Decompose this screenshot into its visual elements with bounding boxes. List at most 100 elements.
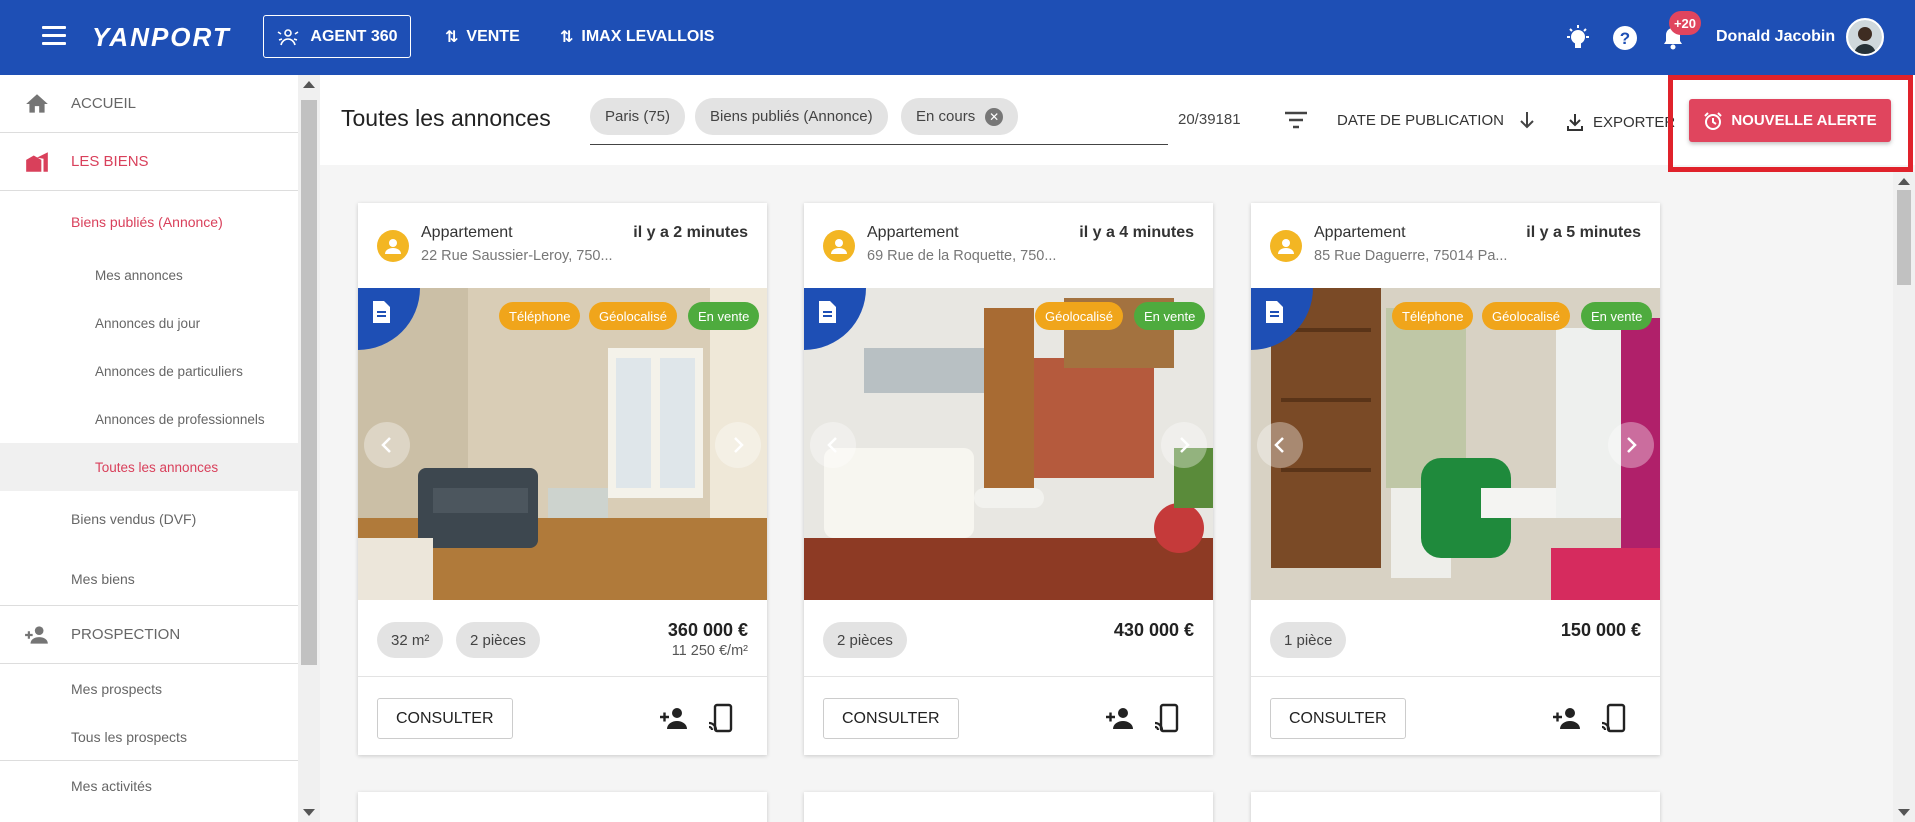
listing-photo[interactable]: Géolocalisé En vente [804, 288, 1213, 600]
divider [1251, 676, 1660, 677]
consult-button[interactable]: CONSULTER [377, 698, 513, 739]
agent-360-button[interactable]: AGENT 360 [263, 15, 411, 58]
price: 150 000 € [1560, 620, 1641, 640]
phone-cast-icon[interactable] [1152, 703, 1182, 733]
consult-button[interactable]: CONSULTER [1270, 698, 1406, 739]
chip-label: Paris (75) [605, 108, 671, 125]
phone-cast-icon[interactable] [1599, 703, 1629, 733]
sidebar-item-tous-prospects[interactable]: Tous les prospects [0, 713, 298, 761]
filter-chip-status[interactable]: En cours ✕ [901, 98, 1019, 135]
download-icon [1567, 114, 1583, 131]
export-button[interactable]: EXPORTER [1565, 112, 1675, 132]
sidebar-item-annonces-professionnels[interactable]: Annonces de professionnels [0, 395, 298, 443]
sidebar-item-mes-prospects[interactable]: Mes prospects [0, 665, 298, 713]
swap-vertical-icon: ⇅ [560, 29, 574, 46]
scroll-down-icon[interactable] [1898, 809, 1910, 816]
avatar[interactable] [1846, 18, 1884, 56]
filter-chips[interactable]: Paris (75) Biens publiés (Annonce) En co… [590, 95, 1168, 145]
listing-photo[interactable]: Téléphone Géolocalisé En vente [358, 288, 767, 600]
arrow-down-icon[interactable] [1517, 109, 1537, 131]
highlight-frame [1668, 75, 1913, 172]
tag-en-vente: En vente [688, 302, 760, 330]
close-icon[interactable]: ✕ [985, 107, 1004, 126]
person-add-icon[interactable] [1552, 703, 1582, 733]
scroll-down-icon[interactable] [303, 809, 315, 816]
rooms-chip: 1 pièce [1270, 622, 1347, 658]
person-add-icon[interactable] [1105, 703, 1135, 733]
nav-vente[interactable]: ⇅ VENTE [445, 27, 520, 47]
published-time: il y a 5 minutes [1526, 224, 1641, 241]
sidebar-item-label: PROSPECTION [71, 626, 181, 643]
sidebar-item-toutes-annonces[interactable]: Toutes les annonces [0, 443, 298, 491]
property-address: 85 Rue Daguerre, 75014 Pa... [1314, 248, 1508, 264]
menu-icon[interactable] [42, 26, 66, 48]
nav-agency[interactable]: ⇅ IMAX LEVALLOIS [560, 27, 714, 47]
price: 430 000 € [1113, 620, 1194, 640]
tag-en-vente: En vente [1134, 302, 1206, 330]
property-type: Appartement [867, 224, 959, 241]
chevron-left-icon[interactable] [364, 422, 410, 468]
scrollbar-thumb[interactable] [301, 100, 317, 665]
property-type: Appartement [421, 224, 513, 241]
listing-photo[interactable]: Téléphone Géolocalisé En vente [1251, 288, 1660, 600]
tag-en-vente: En vente [1581, 302, 1653, 330]
property-address: 69 Rue de la Roquette, 750... [867, 248, 1057, 264]
app-logo[interactable]: YANPORT [92, 22, 231, 53]
chevron-left-icon[interactable] [810, 422, 856, 468]
sidebar-item-annonces-particuliers[interactable]: Annonces de particuliers [0, 347, 298, 395]
property-type: Appartement [1314, 224, 1406, 241]
filter-icon[interactable] [1283, 109, 1309, 131]
person-icon [823, 230, 855, 262]
sort-select[interactable]: DATE DE PUBLICATION [1337, 112, 1504, 129]
scroll-up-icon[interactable] [303, 81, 315, 88]
listing-card[interactable]: Appartement 85 Rue Daguerre, 75014 Pa...… [1251, 203, 1660, 755]
lightbulb-icon[interactable] [1564, 24, 1592, 52]
chevron-right-icon[interactable] [1608, 422, 1654, 468]
sidebar-item-annonces-du-jour[interactable]: Annonces du jour [0, 299, 298, 347]
listing-card[interactable] [358, 792, 767, 822]
tag-telephone: Téléphone [499, 302, 581, 330]
sidebar-item-accueil[interactable]: ACCUEIL [0, 75, 298, 133]
price-per-m2: 11 250 €/m² [671, 643, 748, 659]
listing-card[interactable] [1251, 792, 1660, 822]
sidebar-item-biens-vendus[interactable]: Biens vendus (DVF) [0, 495, 298, 543]
chevron-right-icon[interactable] [715, 422, 761, 468]
person-icon [377, 230, 409, 262]
photo-small-room [1251, 288, 1660, 600]
nav-agency-label: IMAX LEVALLOIS [581, 28, 715, 45]
user-name[interactable]: Donald Jacobin [1716, 28, 1835, 46]
sidebar-item-mes-annonces[interactable]: Mes annonces [0, 251, 298, 299]
tag-geolocalise: Géolocalisé [1035, 302, 1123, 330]
scrollbar-thumb[interactable] [1897, 190, 1911, 285]
help-icon[interactable]: ? [1611, 24, 1639, 52]
sidebar-scrollbar[interactable] [298, 75, 320, 822]
consult-button[interactable]: CONSULTER [823, 698, 959, 739]
sidebar-item-prospection[interactable]: PROSPECTION [0, 606, 298, 664]
phone-cast-icon[interactable] [706, 703, 736, 733]
page-title: Toutes les annonces [341, 105, 551, 131]
sidebar-item-biens-publies[interactable]: Biens publiés (Annonce) [0, 198, 298, 246]
chevron-left-icon[interactable] [1257, 422, 1303, 468]
rooms-chip: 2 pièces [456, 622, 540, 658]
sidebar-item-label: ACCUEIL [71, 95, 137, 112]
sidebar-item-les-biens[interactable]: LES BIENS [0, 133, 298, 191]
chevron-right-icon[interactable] [1161, 422, 1207, 468]
main-scrollbar[interactable] [1893, 172, 1915, 822]
agent-360-label: AGENT 360 [310, 27, 398, 45]
photo-living-room [358, 288, 767, 600]
filter-chip-location[interactable]: Paris (75) [590, 98, 686, 135]
tag-geolocalise: Géolocalisé [589, 302, 677, 330]
listing-card[interactable]: Appartement 22 Rue Saussier-Leroy, 750..… [358, 203, 767, 755]
sidebar-item-mes-biens[interactable]: Mes biens [0, 553, 298, 606]
listing-card[interactable] [804, 792, 1213, 822]
person-icon [1270, 230, 1302, 262]
filter-chip-type[interactable]: Biens publiés (Annonce) [695, 98, 888, 135]
tag-telephone: Téléphone [1392, 302, 1474, 330]
published-time: il y a 4 minutes [1079, 224, 1194, 241]
person-add-icon[interactable] [659, 703, 689, 733]
published-time: il y a 2 minutes [633, 224, 748, 241]
listing-card[interactable]: Appartement 69 Rue de la Roquette, 750..… [804, 203, 1213, 755]
property-address: 22 Rue Saussier-Leroy, 750... [421, 248, 613, 264]
scroll-up-icon[interactable] [1898, 178, 1910, 185]
sidebar-item-mes-activites[interactable]: Mes activités [0, 762, 298, 810]
